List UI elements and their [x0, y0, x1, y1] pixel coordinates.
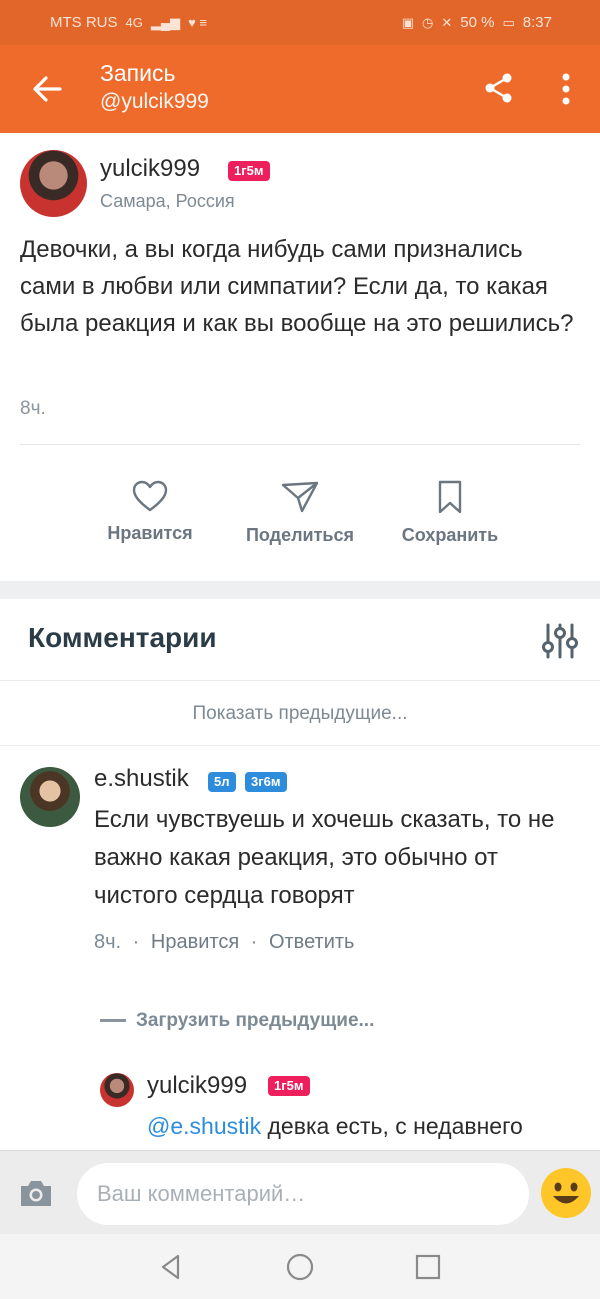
comment-compose-bar	[0, 1150, 600, 1234]
post-author[interactable]: yulcik999	[100, 155, 200, 183]
separator-dot: ·	[250, 931, 258, 953]
emoji-icon[interactable]	[540, 1167, 592, 1219]
comment-input[interactable]	[77, 1163, 529, 1225]
avatar[interactable]	[20, 150, 87, 217]
nav-back-icon[interactable]	[156, 1252, 186, 1282]
nav-home-icon[interactable]	[285, 1252, 315, 1282]
badge: 1г5м	[268, 1076, 310, 1096]
mute-icon: ✕	[441, 14, 453, 30]
badge: 5л	[208, 772, 236, 792]
heart-icon	[132, 480, 168, 512]
save-label: Сохранить	[401, 525, 499, 545]
clock: 8:37	[522, 14, 552, 31]
age-badge: 1г5м	[228, 161, 270, 181]
comments-title: Комментарии	[28, 622, 217, 653]
system-nav-bar	[0, 1234, 600, 1299]
load-previous-label: Загрузить предыдущие...	[136, 1010, 375, 1031]
comment-reply-link[interactable]: Ответить	[269, 931, 355, 953]
page-subtitle: @yulcik999	[100, 90, 209, 113]
alarm-icon: ◷	[422, 14, 434, 30]
battery-percent: 50 %	[460, 14, 495, 31]
back-arrow-icon[interactable]	[26, 67, 70, 111]
comment-time: 8ч.	[94, 931, 122, 953]
nfc-icon: ▣	[401, 14, 415, 30]
save-button[interactable]: Сохранить	[396, 479, 504, 546]
app-bar: Запись @yulcik999	[0, 45, 600, 133]
post-location: Самара, Россия	[100, 191, 235, 211]
comments-header: Комментарии	[0, 599, 600, 681]
share-post-button[interactable]: Поделиться	[238, 479, 362, 546]
network-type: 4G	[125, 15, 143, 30]
battery-icon: ▭	[502, 14, 515, 30]
mention-link[interactable]: @e.shustik	[147, 1113, 261, 1139]
comment-like-link[interactable]: Нравится	[151, 931, 239, 953]
like-button[interactable]: Нравится	[100, 479, 200, 544]
more-vert-icon[interactable]	[556, 69, 576, 109]
comment-body: девка есть, с недавнего	[261, 1113, 523, 1139]
post-time: 8ч.	[20, 398, 46, 419]
share-icon[interactable]	[482, 71, 516, 105]
app-bar-titles: Запись @yulcik999	[100, 59, 209, 117]
nav-recents-icon[interactable]	[413, 1252, 443, 1282]
load-previous-button[interactable]: Загрузить предыдущие...	[100, 1010, 374, 1032]
comment-author[interactable]: yulcik999	[147, 1072, 247, 1100]
avatar[interactable]	[20, 767, 80, 827]
camera-icon[interactable]	[18, 1177, 54, 1209]
separator-dot: ·	[132, 931, 140, 953]
post-text: Девочки, а вы когда нибудь сами признали…	[20, 236, 574, 337]
carrier-label: MTS RUS	[50, 14, 118, 31]
share-label: Поделиться	[245, 525, 355, 545]
comment-meta: 8ч. · Нравится · Ответить	[94, 931, 360, 954]
post-card: yulcik999 1г5м Самара, Россия Девочки, а…	[0, 133, 600, 581]
show-previous-button[interactable]: Показать предыдущие...	[0, 682, 600, 746]
sort-filter-icon[interactable]	[540, 621, 580, 661]
comment-text: Если чувствуешь и хочешь сказать, то не …	[94, 806, 555, 909]
status-bar: MTS RUS 4G ▂▄▆ ♥ ≡ ▣ ◷ ✕ 50 % ▭ 8:37	[0, 0, 600, 45]
badge: 3г6м	[245, 772, 287, 792]
signal-icon: ▂▄▆	[150, 14, 181, 30]
page-title: Запись	[100, 60, 176, 86]
section-separator	[0, 581, 600, 599]
comment-author[interactable]: e.shustik	[94, 765, 189, 793]
like-label: Нравится	[107, 523, 193, 543]
bookmark-icon	[438, 480, 462, 514]
dash-icon	[100, 1019, 126, 1023]
comment-text: @e.shustik девка есть, с недавнего	[147, 1108, 587, 1150]
avatar[interactable]	[100, 1073, 134, 1107]
divider	[20, 444, 580, 445]
send-icon	[281, 481, 319, 513]
notification-icons: ♥ ≡	[188, 15, 207, 30]
